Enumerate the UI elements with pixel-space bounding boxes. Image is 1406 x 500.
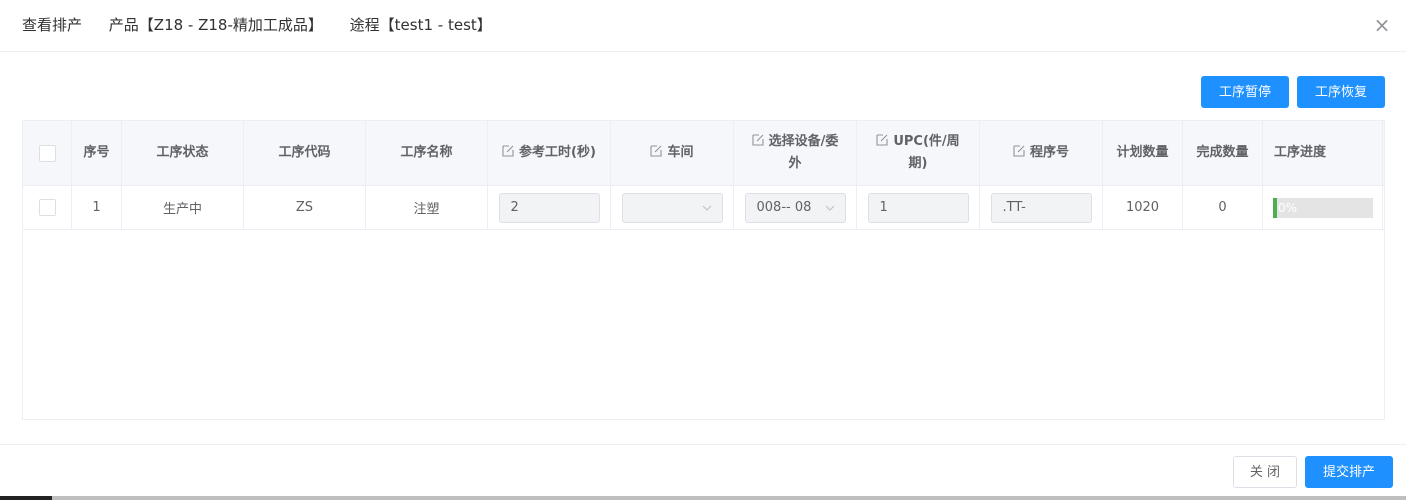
route-label: 途程【test1 - test】	[349, 16, 492, 34]
row-program-cell: .TT-	[980, 186, 1103, 229]
header-upc: UPC(件/周 期)	[857, 121, 980, 185]
header-done-qty: 完成数量	[1183, 121, 1263, 185]
header-program-label: 程序号	[1029, 145, 1069, 160]
row-status: 生产中	[122, 186, 244, 229]
bottom-scroll-thumb	[0, 496, 52, 500]
header-ref-time-label: 参考工时(秒)	[519, 145, 596, 160]
header-plan-qty: 计划数量	[1103, 121, 1183, 185]
header-code: 工序代码	[244, 121, 366, 185]
row-plan-qty: 1020	[1103, 186, 1183, 229]
header-ref-time: 参考工时(秒)	[488, 121, 611, 185]
header-device-label-line2: 外	[788, 156, 802, 171]
row-checkbox[interactable]	[38, 199, 56, 216]
device-select[interactable]: 008-- 08	[744, 192, 846, 223]
bottom-scroll-strip	[0, 496, 1406, 500]
dialog-footer: 关 闭 提交排产	[0, 444, 1406, 500]
resume-process-button[interactable]: 工序恢复	[1297, 76, 1385, 108]
edit-icon	[502, 145, 514, 157]
edit-icon	[876, 134, 888, 146]
close-icon[interactable]: ×	[1372, 14, 1392, 36]
table-row: 1 生产中 ZS 注塑 2 008-- 08 1 .TT- 1020 0 0%	[23, 186, 1384, 230]
edit-icon	[1013, 145, 1025, 157]
row-select-cell	[23, 186, 72, 229]
dialog-header: 查看排产 产品【Z18 - Z18-精加工成品】 途程【test1 - test…	[0, 0, 1406, 52]
table-header: 序号 工序状态 工序代码 工序名称 参考工时(秒) 车间 选择设备/委 外 UP…	[23, 121, 1384, 186]
dialog-title-text: 查看排产	[22, 16, 83, 34]
chevron-down-icon	[825, 205, 834, 211]
row-index: 1	[72, 186, 122, 229]
row-ref-time-cell: 2	[488, 186, 611, 229]
header-upc-label-line2: 期)	[908, 156, 928, 171]
workshop-select[interactable]	[621, 192, 723, 223]
row-workshop-cell	[611, 186, 734, 229]
process-table: 序号 工序状态 工序代码 工序名称 参考工时(秒) 车间 选择设备/委 外 UP…	[22, 120, 1385, 420]
header-name: 工序名称	[366, 121, 488, 185]
progress-text: 0%	[1278, 200, 1298, 215]
dialog-title: 查看排产 产品【Z18 - Z18-精加工成品】 途程【test1 - test…	[22, 14, 514, 35]
header-workshop-label: 车间	[667, 145, 694, 160]
header-workshop: 车间	[611, 121, 734, 185]
row-name: 注塑	[366, 186, 488, 229]
select-all-checkbox[interactable]	[38, 144, 56, 162]
row-done-qty: 0	[1183, 186, 1263, 229]
edit-icon	[752, 134, 764, 146]
close-button[interactable]: 关 闭	[1233, 456, 1297, 488]
row-progress-cell: 0%	[1263, 186, 1383, 229]
header-program: 程序号	[980, 121, 1103, 185]
progress-fill	[1273, 197, 1277, 218]
product-label: 产品【Z18 - Z18-精加工成品】	[108, 16, 323, 34]
header-index: 序号	[72, 121, 122, 185]
header-device-label-line1: 选择设备/委	[768, 134, 839, 149]
edit-icon	[650, 145, 663, 157]
header-upc-label-line1: UPC(件/周	[893, 134, 960, 149]
header-progress: 工序进度	[1263, 121, 1383, 185]
header-status: 工序状态	[122, 121, 244, 185]
progress-bar: 0%	[1273, 197, 1373, 218]
ref-time-input[interactable]: 2	[498, 192, 600, 223]
chevron-down-icon	[702, 205, 711, 211]
program-input[interactable]: .TT-	[990, 192, 1092, 223]
row-code: ZS	[244, 186, 366, 229]
submit-schedule-button[interactable]: 提交排产	[1305, 456, 1393, 488]
device-select-value: 008-- 08	[756, 199, 812, 215]
header-select-all	[23, 121, 72, 185]
upc-input[interactable]: 1	[867, 192, 969, 223]
row-device-cell: 008-- 08	[734, 186, 857, 229]
header-device: 选择设备/委 外	[734, 121, 857, 185]
row-upc-cell: 1	[857, 186, 980, 229]
pause-process-button[interactable]: 工序暂停	[1201, 76, 1289, 108]
